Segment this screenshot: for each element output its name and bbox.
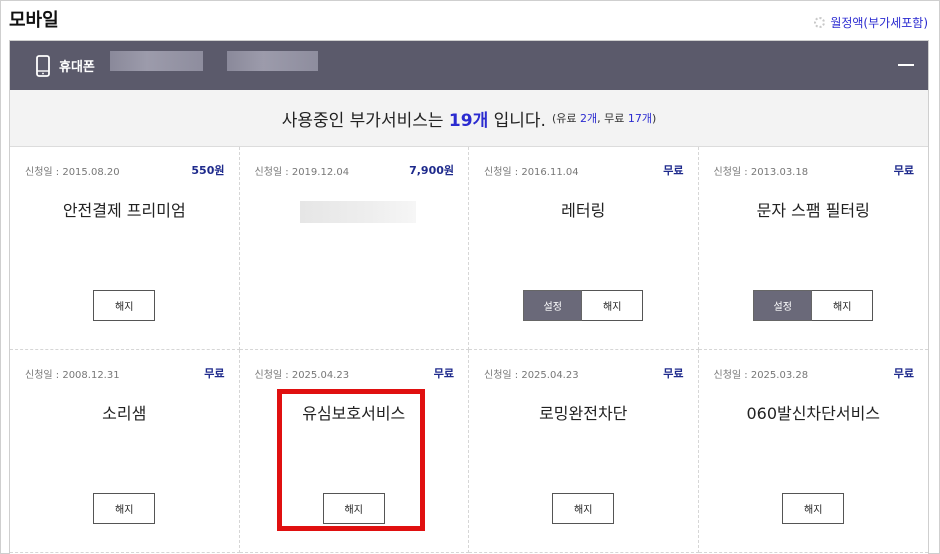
card-buttons: 설정 해지 [469, 290, 698, 321]
card-date: 신청일 : 2016.11.04 [484, 167, 579, 178]
card-date: 신청일 : 2025.03.28 [713, 370, 809, 381]
service-card: 신청일 : 2025.04.23 무료 로밍완전차단 해지 [469, 350, 699, 553]
cancel-button[interactable]: 해지 [812, 290, 874, 321]
service-summary: 사용중인 부가서비스는 19개 입니다. (유료 2개, 무료 17개) [10, 90, 928, 147]
settings-button[interactable]: 설정 [523, 290, 583, 321]
card-buttons: 해지 [469, 493, 698, 524]
card-name: 안전결제 프리미엄 [62, 201, 186, 220]
service-card: 신청일 : 2025.04.23 무료 유심보호서비스 해지 [239, 350, 469, 553]
cancel-button[interactable]: 해지 [582, 290, 644, 321]
card-buttons: 해지 [10, 290, 239, 321]
cancel-button[interactable]: 해지 [552, 493, 615, 524]
service-card: 신청일 : 2008.12.31 무료 소리샘 해지 [10, 350, 240, 553]
card-buttons: 해지 [240, 493, 469, 524]
summary-detail: (유료 2개, 무료 17개) [551, 112, 657, 125]
card-name: 060발신차단서비스 [746, 404, 881, 423]
card-date: 신청일 : 2013.03.18 [713, 167, 809, 178]
service-card: 신청일 : 2019.12.04 7,900원 [239, 147, 469, 350]
monthly-fee-link[interactable]: 월정액(부가세포함) [814, 14, 928, 31]
card-price: 무료 [663, 367, 684, 380]
card-date: 신청일 : 2008.12.31 [25, 370, 120, 381]
device-panel: 휴대폰 사용중인 부가서비스는 19개 입니다. (유료 2개, 무료 17개)… [9, 40, 929, 554]
card-price: 무료 [893, 367, 914, 380]
service-card: 신청일 : 2013.03.18 무료 문자 스팸 필터링 설정 해지 [698, 147, 929, 350]
service-card: 신청일 : 2025.03.28 무료 060발신차단서비스 해지 [698, 350, 929, 553]
collapse-button[interactable] [898, 64, 914, 66]
summary-count: 19개 [448, 110, 489, 131]
loading-icon [814, 17, 826, 28]
card-buttons: 설정 해지 [699, 290, 929, 321]
card-price: 무료 [433, 367, 454, 380]
card-price: 무료 [204, 367, 225, 380]
cancel-button[interactable]: 해지 [322, 493, 385, 524]
service-grid: 신청일 : 2015.08.20 550원 안전결제 프리미엄 해지 신청일 :… [10, 147, 928, 553]
card-price: 무료 [663, 164, 684, 177]
card-price: 7,900원 [409, 164, 454, 177]
service-card: 신청일 : 2015.08.20 550원 안전결제 프리미엄 해지 [10, 147, 240, 350]
phone-icon [36, 54, 50, 77]
card-buttons: 해지 [699, 493, 929, 524]
masked-phone-number [110, 51, 203, 71]
service-card: 신청일 : 2016.11.04 무료 레터링 설정 해지 [469, 147, 699, 350]
cancel-button[interactable]: 해지 [782, 493, 845, 524]
cancel-button[interactable]: 해지 [93, 493, 156, 524]
cancel-button[interactable]: 해지 [93, 290, 156, 321]
masked-service-name [299, 201, 416, 223]
device-label: 휴대폰 [59, 60, 95, 75]
card-price: 550원 [191, 164, 225, 177]
card-name: 문자 스팸 필터링 [756, 201, 870, 220]
card-date: 신청일 : 2025.04.23 [484, 370, 579, 381]
settings-button[interactable]: 설정 [753, 290, 813, 321]
paid-count: 2개 [580, 112, 598, 125]
device-header: 휴대폰 [10, 41, 928, 90]
card-name: 유심보호서비스 [302, 404, 406, 423]
page-title: 모바일 [9, 10, 59, 31]
masked-plan-name [227, 51, 318, 71]
card-date: 신청일 : 2025.04.23 [254, 370, 350, 381]
monthly-fee-label: 월정액(부가세포함) [830, 16, 928, 30]
card-name: 레터링 [561, 201, 606, 220]
card-price: 무료 [893, 164, 914, 177]
free-count: 17개 [627, 112, 652, 125]
card-buttons: 해지 [10, 493, 239, 524]
summary-text: 사용중인 부가서비스는 19개 입니다. [281, 110, 546, 131]
card-name: 소리샘 [102, 404, 147, 423]
card-date: 신청일 : 2019.12.04 [254, 167, 350, 178]
card-name: 로밍완전차단 [539, 404, 628, 423]
card-date: 신청일 : 2015.08.20 [25, 167, 120, 178]
